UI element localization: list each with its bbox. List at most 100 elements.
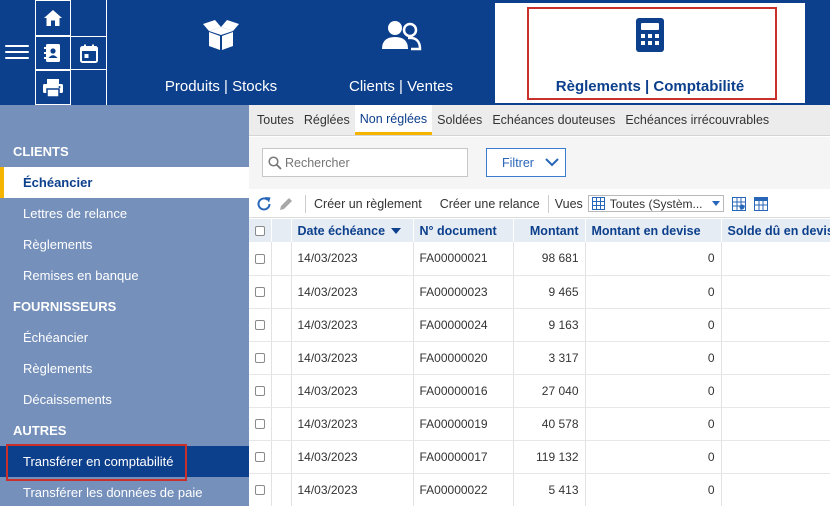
sidebar-item-clients-reglements[interactable]: Règlements (0, 229, 249, 260)
tab-echeances-irrecouvrables[interactable]: Echéances irrécouvrables (620, 105, 774, 135)
cell-numero-document: FA00000021 (413, 242, 514, 276)
cell-montant-en-devise: 0 (585, 440, 722, 474)
search-box[interactable] (262, 148, 468, 177)
edit-pencil-icon[interactable] (275, 193, 297, 215)
tab-soldees[interactable]: Soldées (432, 105, 487, 135)
menu-icon[interactable] (5, 42, 29, 62)
calculator-icon (636, 18, 664, 52)
table-row[interactable]: 14/03/2023 FA00000016 27 040 0 (249, 374, 830, 408)
due-dates-table: Date échéance N° document Montant Montan… (249, 219, 830, 506)
home-icon[interactable] (35, 0, 71, 36)
row-indicator-header (271, 219, 292, 242)
row-checkbox[interactable] (254, 386, 265, 397)
filter-button[interactable]: Filtrer (486, 148, 566, 177)
filter-button-label: Filtrer (502, 155, 534, 170)
cell-montant-en-devise: 0 (585, 374, 722, 408)
nav-tab-reglements-comptabilite[interactable]: Règlements | Comptabilité (495, 3, 805, 103)
main-content: Toutes Réglées Non réglées Soldées Echéa… (249, 105, 830, 506)
sidebar-item-lettres-de-relance[interactable]: Lettres de relance (0, 198, 249, 229)
sidebar-item-decaissements[interactable]: Décaissements (0, 384, 249, 415)
address-book-icon[interactable] (35, 36, 71, 70)
row-checkbox[interactable] (254, 254, 265, 265)
table-row[interactable]: 14/03/2023 FA00000020 3 317 0 (249, 341, 830, 375)
cell-date-echeance: 14/03/2023 (291, 242, 414, 276)
sidebar-item-remises-en-banque[interactable]: Remises en banque (0, 260, 249, 291)
table-row[interactable]: 14/03/2023 FA00000024 9 163 0 (249, 308, 830, 342)
quick-panel-divider (106, 0, 107, 105)
row-checkbox[interactable] (254, 419, 265, 430)
cell-montant: 5 413 (513, 473, 586, 506)
row-checkbox[interactable] (254, 353, 265, 364)
table-row[interactable]: 14/03/2023 FA00000019 40 578 0 (249, 407, 830, 441)
row-checkbox[interactable] (254, 452, 265, 463)
cell-montant-en-devise: 0 (585, 308, 722, 342)
cell-date-echeance: 14/03/2023 (291, 374, 414, 408)
tab-toutes[interactable]: Toutes (252, 105, 299, 135)
create-reminder-button[interactable]: Créer une relance (440, 197, 540, 211)
cell-solde-du-en-devise (721, 275, 830, 309)
calendar-icon[interactable] (71, 36, 107, 70)
row-select-cell (249, 440, 272, 474)
nav-tab-produits-stocks[interactable]: Produits | Stocks (135, 0, 307, 105)
cell-montant: 9 465 (513, 275, 586, 309)
cell-date-echeance: 14/03/2023 (291, 407, 414, 441)
table-row[interactable]: 14/03/2023 FA00000017 119 132 0 (249, 440, 830, 474)
cell-montant: 40 578 (513, 407, 586, 441)
search-input[interactable] (285, 155, 455, 170)
cell-solde-du-en-devise (721, 308, 830, 342)
cell-date-echeance: 14/03/2023 (291, 308, 414, 342)
sidebar-item-fournisseurs-echeancier[interactable]: Échéancier (0, 322, 249, 353)
row-checkbox[interactable] (254, 287, 265, 298)
search-icon (268, 155, 282, 170)
select-all-checkbox[interactable] (254, 226, 265, 237)
row-select-cell (249, 473, 272, 506)
row-indicator-cell (271, 374, 292, 408)
cell-montant-en-devise: 0 (585, 242, 722, 276)
sidebar-item-clients-echeancier[interactable]: Échéancier (0, 167, 249, 198)
nav-tab-clients-ventes[interactable]: Clients | Ventes (315, 0, 487, 105)
top-navigation-bar: Produits | Stocks Clients | Ventes Règle… (0, 0, 830, 105)
tab-echeances-douteuses[interactable]: Echéances douteuses (487, 105, 620, 135)
cell-montant: 3 317 (513, 341, 586, 375)
row-select-cell (249, 275, 272, 309)
column-header-numero-document[interactable]: N° document (413, 219, 514, 242)
cell-date-echeance: 14/03/2023 (291, 473, 414, 506)
sidebar-item-transferer-en-comptabilite[interactable]: Transférer en comptabilité (0, 446, 249, 477)
cell-numero-document: FA00000020 (413, 341, 514, 375)
column-header-montant-en-devise[interactable]: Montant en devise (585, 219, 722, 242)
column-chooser-icon[interactable] (750, 193, 772, 215)
sort-descending-icon (391, 228, 402, 235)
table-row[interactable]: 14/03/2023 FA00000021 98 681 0 (249, 242, 830, 276)
views-label: Vues (554, 196, 583, 211)
sidebar-item-fournisseurs-reglements[interactable]: Règlements (0, 353, 249, 384)
row-checkbox[interactable] (254, 320, 265, 331)
views-select[interactable]: Toutes (Systèm... (587, 195, 724, 212)
sidebar-section-clients: CLIENTS (13, 144, 69, 159)
cell-montant: 27 040 (513, 374, 586, 408)
column-header-date-echeance[interactable]: Date échéance (291, 219, 414, 242)
search-bar-row: Filtrer (249, 137, 830, 189)
nav-tab-label: Produits | Stocks (164, 78, 278, 95)
tab-reglees[interactable]: Réglées (299, 105, 355, 135)
view-settings-icon[interactable] (728, 193, 750, 215)
cell-montant: 119 132 (513, 440, 586, 474)
cell-date-echeance: 14/03/2023 (291, 275, 414, 309)
table-row[interactable]: 14/03/2023 FA00000022 5 413 0 (249, 473, 830, 506)
grid-view-icon (591, 197, 605, 210)
create-payment-button[interactable]: Créer un règlement (314, 197, 422, 211)
table-row[interactable]: 14/03/2023 FA00000023 9 465 0 (249, 275, 830, 309)
printer-icon[interactable] (35, 70, 71, 105)
column-header-label: Date échéance (297, 223, 386, 238)
refresh-icon[interactable] (253, 193, 275, 215)
column-header-solde-du-en-devise[interactable]: Solde dû en devise (721, 219, 830, 242)
row-select-cell (249, 374, 272, 408)
grid-toolbar: Créer un règlement Créer une relance Vue… (249, 190, 830, 218)
sidebar-item-transferer-donnees-de-paie[interactable]: Transférer les données de paie (0, 477, 249, 506)
cell-solde-du-en-devise (721, 341, 830, 375)
column-header-montant[interactable]: Montant (513, 219, 586, 242)
tab-non-reglees[interactable]: Non réglées (354, 105, 433, 135)
nav-tab-label: Règlements | Comptabilité (555, 78, 745, 95)
row-select-cell (249, 242, 272, 276)
row-checkbox[interactable] (254, 485, 265, 496)
row-indicator-cell (271, 308, 292, 342)
